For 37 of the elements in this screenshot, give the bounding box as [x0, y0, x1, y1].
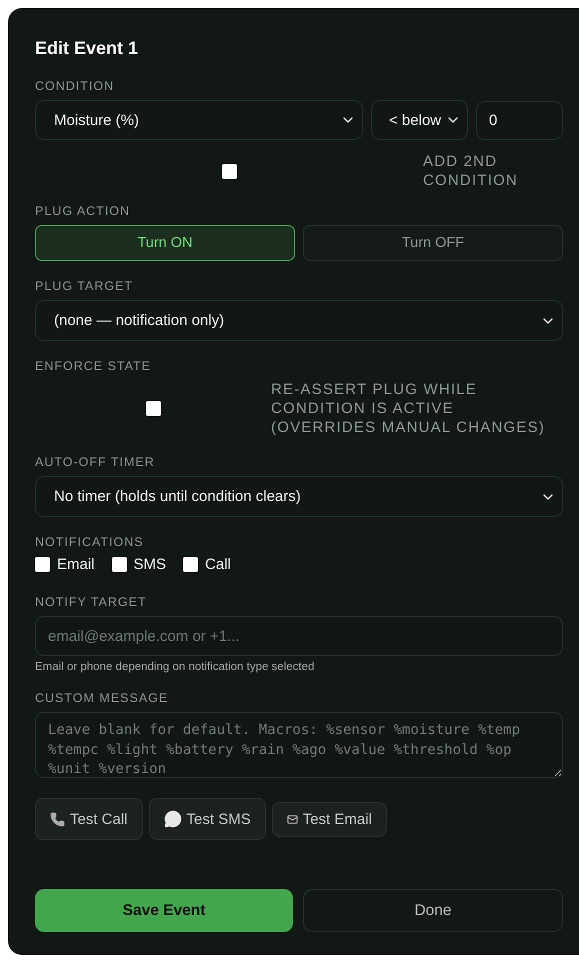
- done-button[interactable]: Done: [303, 889, 563, 932]
- test-button[interactable]: Test Call: [35, 798, 143, 840]
- field-label: ENFORCE STATE: [35, 359, 152, 374]
- test-button[interactable]: Test Email: [272, 802, 387, 836]
- option-label: RE-ASSERT PLUG WHILE CONDITION IS ACTIVE (OVERRIDES MANUAL CHANGES): [271, 380, 546, 437]
- input-field[interactable]: email@example.com or +1...: [35, 616, 563, 656]
- option-label: ADD 2ND CONDITION: [423, 152, 519, 190]
- checkbox-label: Call: [205, 556, 231, 573]
- action-toggle[interactable]: Turn ON: [35, 225, 295, 261]
- sensor-select[interactable]: Moisture (%): [35, 100, 363, 140]
- plug-target-select[interactable]: (none — notification only): [35, 300, 563, 341]
- speech-bubble-icon: [164, 810, 182, 828]
- field-label: PLUG TARGET: [35, 279, 134, 294]
- checkbox[interactable]: [146, 401, 160, 416]
- envelope-icon: [286, 814, 298, 824]
- field-label: CONDITION: [35, 79, 116, 94]
- checkbox[interactable]: [183, 557, 198, 572]
- timer-select[interactable]: No timer (holds until condition clears): [35, 476, 563, 517]
- operator-select[interactable]: < below: [371, 100, 468, 140]
- field-label: NOTIFICATIONS: [35, 535, 145, 550]
- dialog-title: Edit Event 1: [35, 38, 140, 59]
- threshold-field[interactable]: 0: [476, 100, 563, 140]
- field-label: CUSTOM MESSAGE: [35, 691, 170, 706]
- test-button[interactable]: Test SMS: [148, 798, 266, 840]
- checkbox-label: SMS: [134, 556, 166, 573]
- field-label: NOTIFY TARGET: [35, 595, 148, 610]
- action-toggle[interactable]: Turn OFF: [303, 225, 563, 261]
- phone-icon: [50, 812, 65, 826]
- checkbox[interactable]: [112, 557, 127, 572]
- save-button[interactable]: Save Event: [35, 889, 293, 932]
- checkbox[interactable]: [35, 557, 50, 572]
- field-label: AUTO-OFF TIMER: [35, 455, 156, 470]
- checkbox[interactable]: [222, 164, 236, 178]
- help-text: Email or phone depending on notification type selected: [35, 661, 316, 673]
- checkbox-label: Email: [57, 556, 95, 573]
- field-label: PLUG ACTION: [35, 204, 132, 219]
- message-field[interactable]: Leave blank for default. Macros: %sensor %moisture %temp %tempc %light %battery %rain %ago %value %threshold %op %unit %version: [35, 712, 563, 778]
